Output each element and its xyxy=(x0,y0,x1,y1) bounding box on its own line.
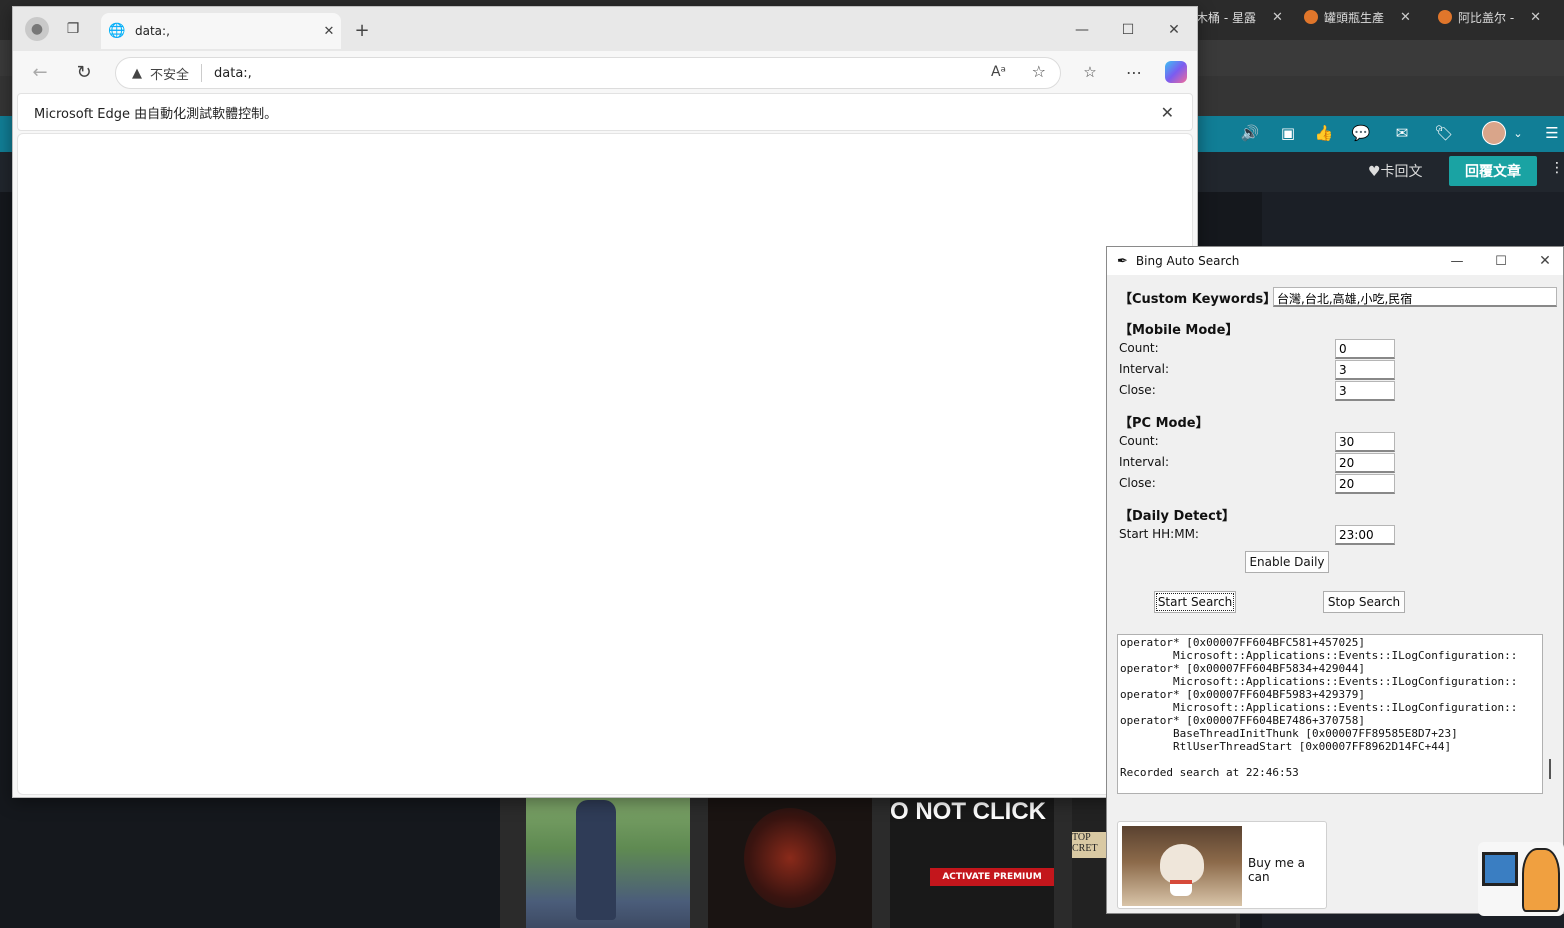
daily-detect-header: 【Daily Detect】 xyxy=(1119,509,1236,524)
tab-active[interactable]: 🌐 data:, ✕ xyxy=(101,13,341,49)
mobile-close-label: Close: xyxy=(1119,383,1156,397)
close-icon[interactable]: ✕ xyxy=(1530,10,1541,25)
star-icon[interactable]: ☆ xyxy=(1032,62,1046,81)
avatar[interactable] xyxy=(1482,121,1506,145)
cat-figure xyxy=(1160,844,1204,884)
automation-infobar: Microsoft Edge 由自動化測試軟體控制。 ✕ xyxy=(17,93,1193,131)
profile-icon[interactable]: ● xyxy=(25,17,49,41)
security-label: 不安全 xyxy=(150,67,190,83)
close-icon[interactable]: ✕ xyxy=(1535,251,1555,271)
enable-daily-button[interactable]: Enable Daily xyxy=(1245,551,1329,573)
stop-search-button[interactable]: Stop Search xyxy=(1323,591,1405,613)
minimize-icon[interactable]: — xyxy=(1447,251,1467,271)
pc-close-label: Close: xyxy=(1119,476,1156,490)
close-window-icon[interactable]: ✕ xyxy=(1163,19,1185,41)
tag-icon[interactable]: 🏷 xyxy=(1434,124,1454,142)
site-favicon-icon xyxy=(1304,10,1318,24)
pc-close-input[interactable]: 20 xyxy=(1335,474,1395,494)
window-title: Bing Auto Search xyxy=(1135,254,1240,268)
feather-icon: ✒ xyxy=(1117,253,1128,269)
bing-auto-search-window: ✒ Bing Auto Search — ☐ ✕ 【Custom Keyword… xyxy=(1106,246,1564,914)
menu-icon[interactable]: ☰ xyxy=(1542,124,1562,142)
globe-icon: 🌐 xyxy=(108,23,126,39)
cat-mascot xyxy=(1478,842,1564,916)
background-tab-label: 阿比盖尔 - xyxy=(1458,10,1515,25)
more-icon[interactable]: ⋮ xyxy=(1550,160,1564,182)
chevron-down-icon[interactable]: ⌄ xyxy=(1508,124,1528,142)
orange-cat-figure xyxy=(1522,848,1560,912)
edge-toolbar: ← ↻ ▲ 不安全 data:, Aᵃ ☆ ☆ ⋯ xyxy=(13,51,1197,93)
pc-mode-header: 【PC Mode】 xyxy=(1119,416,1209,431)
pc-count-label: Count: xyxy=(1119,434,1159,448)
thumbnail-image[interactable] xyxy=(708,796,872,928)
new-tab-button[interactable]: + xyxy=(351,19,373,41)
background-tab-label: 木桶 - 星露 xyxy=(1196,10,1256,25)
back-icon[interactable]: ← xyxy=(29,61,51,83)
start-search-button[interactable]: Start Search xyxy=(1154,591,1236,613)
daily-start-label: Start HH:MM: xyxy=(1119,527,1199,541)
refresh-icon[interactable]: ↻ xyxy=(73,61,95,83)
chat-icon[interactable]: 💬 xyxy=(1351,124,1371,142)
close-tab-icon[interactable]: ✕ xyxy=(317,24,341,39)
address-bar[interactable]: ▲ 不安全 data:, Aᵃ ☆ xyxy=(115,57,1061,89)
read-aloud-icon[interactable]: Aᵃ xyxy=(991,64,1006,80)
close-icon[interactable]: ✕ xyxy=(1272,10,1283,25)
pc-interval-label: Interval: xyxy=(1119,455,1169,469)
mobile-close-input[interactable]: 3 xyxy=(1335,381,1395,401)
rss-icon[interactable]: ▣ xyxy=(1278,124,1298,142)
maximize-icon[interactable]: ☐ xyxy=(1491,251,1511,271)
minimize-icon[interactable]: — xyxy=(1071,19,1093,41)
background-tab[interactable]: 罐頭瓶生產 ✕ xyxy=(1304,4,1416,30)
custom-keywords-input[interactable]: 台灣,台北,高雄,小吃,民宿 xyxy=(1273,287,1557,307)
background-tab[interactable]: 木桶 - 星露 ✕ xyxy=(1196,4,1300,30)
favorite-button[interactable]: ♥卡回文 xyxy=(1368,160,1423,182)
promo-text: O NOT CLICK xyxy=(890,798,1046,825)
mobile-count-label: Count: xyxy=(1119,341,1159,355)
log-scrollbar[interactable] xyxy=(1549,759,1551,779)
edge-window: ● ❐ 🌐 data:, ✕ + — ☐ ✕ ← ↻ ▲ 不安全 data:, … xyxy=(12,6,1198,798)
mobile-interval-label: Interval: xyxy=(1119,362,1169,376)
donate-label: Buy me a can xyxy=(1248,856,1305,884)
url-text[interactable]: data:, xyxy=(214,66,252,81)
copilot-icon[interactable] xyxy=(1165,61,1187,83)
character-figure xyxy=(576,800,616,920)
maximize-icon[interactable]: ☐ xyxy=(1117,19,1139,41)
close-icon[interactable]: ✕ xyxy=(1400,10,1411,25)
coffee-cup-icon xyxy=(1170,880,1192,896)
pc-count-input[interactable]: 30 xyxy=(1335,432,1395,452)
title-bar: ✒ Bing Auto Search — ☐ ✕ xyxy=(1107,247,1563,275)
thumbnail-image[interactable]: O NOT CLICK ACTIVATE PREMIUM xyxy=(890,796,1054,928)
secret-stamp: TOP CRET xyxy=(1072,832,1106,858)
tab-actions-icon[interactable]: ❐ xyxy=(63,19,83,39)
favorites-icon[interactable]: ☆ xyxy=(1079,61,1101,83)
background-tab[interactable]: 阿比盖尔 - ✕ xyxy=(1438,4,1560,30)
tab-title: data:, xyxy=(135,24,170,38)
mobile-interval-input[interactable]: 3 xyxy=(1335,360,1395,380)
page-content xyxy=(17,133,1193,795)
monitor-icon xyxy=(1482,852,1518,886)
close-infobar-icon[interactable]: ✕ xyxy=(1161,103,1174,122)
log-output[interactable]: operator* [0x00007FF604BFC581+457025] Mi… xyxy=(1117,634,1543,794)
infobar-text: Microsoft Edge 由自動化測試軟體控制。 xyxy=(34,106,278,122)
thumbs-up-icon[interactable]: 👍 xyxy=(1314,124,1334,142)
warning-icon: ▲ xyxy=(132,65,142,81)
donate-button[interactable]: Buy me a can xyxy=(1117,821,1327,909)
mail-icon[interactable]: ✉ xyxy=(1392,124,1412,142)
mobile-mode-header: 【Mobile Mode】 xyxy=(1119,323,1239,338)
reply-button[interactable]: 回覆文章 xyxy=(1449,156,1537,186)
pc-interval-input[interactable]: 20 xyxy=(1335,453,1395,473)
cat-coffee-image xyxy=(1122,826,1242,906)
mobile-count-input[interactable]: 0 xyxy=(1335,339,1395,359)
background-tab-label: 罐頭瓶生產 xyxy=(1324,10,1385,25)
custom-keywords-label: 【Custom Keywords】 xyxy=(1119,292,1277,307)
thumbnail-image[interactable] xyxy=(526,796,690,928)
daily-start-input[interactable]: 23:00 xyxy=(1335,525,1395,545)
site-favicon-icon xyxy=(1438,10,1452,24)
more-icon[interactable]: ⋯ xyxy=(1123,61,1145,83)
activate-premium-banner: ACTIVATE PREMIUM xyxy=(930,868,1054,886)
separator xyxy=(201,64,203,82)
thorn-emblem xyxy=(744,808,836,908)
speaker-icon[interactable]: 🔊 xyxy=(1240,124,1260,142)
